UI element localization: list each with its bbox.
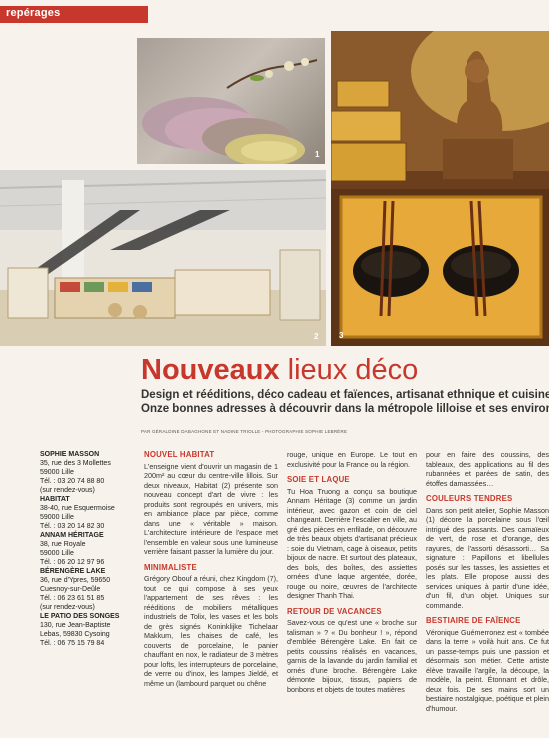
address-line: Cuesnoy-sur-Deûle: [40, 586, 101, 593]
section-header: repérages: [0, 6, 148, 23]
col2-heading-2: SOIE ET LAQUE: [287, 475, 350, 484]
title-bold: Nouveaux: [141, 354, 280, 386]
address-line: Lebas, 59830 Cysoing: [40, 631, 110, 638]
address-line: Tél. : 06 75 15 79 84: [40, 640, 105, 647]
subtitle-line-1: Design et rééditions, déco cadeau et faï…: [141, 389, 549, 401]
address-line: (sur rendez-vous): [40, 487, 95, 494]
address-name: BÉRENGÈRE LAKE: [40, 568, 106, 575]
col1-paragraph-1: L'enseigne vient d'ouvrir un magasin de …: [144, 461, 278, 557]
address-line: 36, rue d'Ypres, 59650: [40, 577, 111, 584]
lacquer-illustration: [331, 31, 549, 346]
address-line: (sur rendez-vous): [40, 604, 95, 611]
address-name: SOPHIE MASSON: [40, 451, 100, 458]
address-item: SOPHIE MASSON 35, rue des 3 Mollettes 59…: [40, 450, 132, 495]
photo-store-interior: 2: [0, 170, 326, 346]
photo-lacquer-bowls: 3: [331, 31, 549, 346]
address-item: ANNAM HÉRITAGE 38, rue Royale 59000 Lill…: [40, 531, 132, 567]
address-line: Tél. : 03 20 74 88 80: [40, 478, 105, 485]
article-title: Nouveaux lieux déco: [141, 354, 418, 387]
subtitle-line-2: Onze bonnes adresses à découvrir dans la…: [141, 403, 549, 415]
title-light: lieux déco: [287, 354, 419, 386]
address-line: 59000 Lille: [40, 469, 74, 476]
address-name: ANNAM HÉRITAGE: [40, 532, 104, 539]
plates-illustration: [142, 58, 318, 164]
col3-paragraph-2: Dans son petit atelier, Sophie Masson (1…: [426, 505, 549, 610]
photo-plates: 1: [137, 38, 325, 164]
photo-number-1: 1: [315, 150, 320, 159]
address-name: LE PATIO DES SONGES: [40, 613, 120, 620]
photo-number-2: 2: [314, 332, 319, 341]
address-line: 35, rue des 3 Mollettes: [40, 460, 111, 467]
col1-heading-2: MINIMALISTE: [144, 562, 197, 572]
article-column-2: rouge, unique en Europe. Le tout en excl…: [287, 450, 417, 738]
section-label: repérages: [6, 7, 61, 19]
article-subtitle: Design et rééditions, déco cadeau et faï…: [141, 388, 549, 416]
col3-heading-3: BESTIAIRE DE FAÏENCE: [426, 616, 521, 625]
address-item: LE PATIO DES SONGES 130, rue Jean-Baptis…: [40, 612, 132, 648]
col2-heading-3: RETOUR DE VACANCES: [287, 606, 382, 616]
col1-heading-1: NOUVEL HABITAT: [144, 450, 215, 459]
photo-number-3: 3: [339, 331, 344, 340]
article-byline: PAR GÉRALDINE DABAGHONE ET NADINE TRIOLL…: [141, 429, 348, 434]
col2-paragraph-2: Tu Hoa Truong a conçu sa boutique Annam …: [287, 486, 417, 601]
address-item: HABITAT 38-40, rue Esquermoise 59000 Lil…: [40, 495, 132, 531]
address-item: BÉRENGÈRE LAKE 36, rue d'Ypres, 59650 Cu…: [40, 567, 132, 612]
address-line: 38-40, rue Esquermoise: [40, 505, 115, 512]
address-name: HABITAT: [40, 496, 70, 503]
col2-paragraph-1: rouge, unique en Europe. Le tout en excl…: [287, 450, 417, 469]
address-line: Tél. : 06 20 12 97 96: [40, 559, 105, 566]
col3-paragraph-3: Véronique Guémerronez est « tombée dans …: [426, 627, 549, 713]
address-line: Tél. : 03 20 14 82 30: [40, 523, 105, 530]
col2-paragraph-3: Savez-vous ce qu'est une « broche sur ta…: [287, 618, 417, 694]
store-illustration: [0, 170, 326, 346]
address-line: 38, rue Royale: [40, 541, 86, 548]
col3-paragraph-1: pour en faire des coussins, des tableaux…: [426, 450, 549, 488]
col1-paragraph-2: Grégory Obouf a réuni, chez Kingdom (7),…: [144, 574, 278, 688]
address-line: 59000 Lille: [40, 550, 74, 557]
article-column-3: pour en faire des coussins, des tableaux…: [426, 450, 549, 738]
address-line: 59000 Lille: [40, 514, 74, 521]
address-list: SOPHIE MASSON 35, rue des 3 Mollettes 59…: [40, 450, 132, 648]
col3-heading-2: COULEURS TENDRES: [426, 494, 513, 503]
article-column-1: NOUVEL HABITAT L'enseigne vient d'ouvrir…: [144, 450, 278, 738]
address-line: Tél. : 06 23 61 51 85: [40, 595, 105, 602]
address-line: 130, rue Jean-Baptiste: [40, 622, 111, 629]
